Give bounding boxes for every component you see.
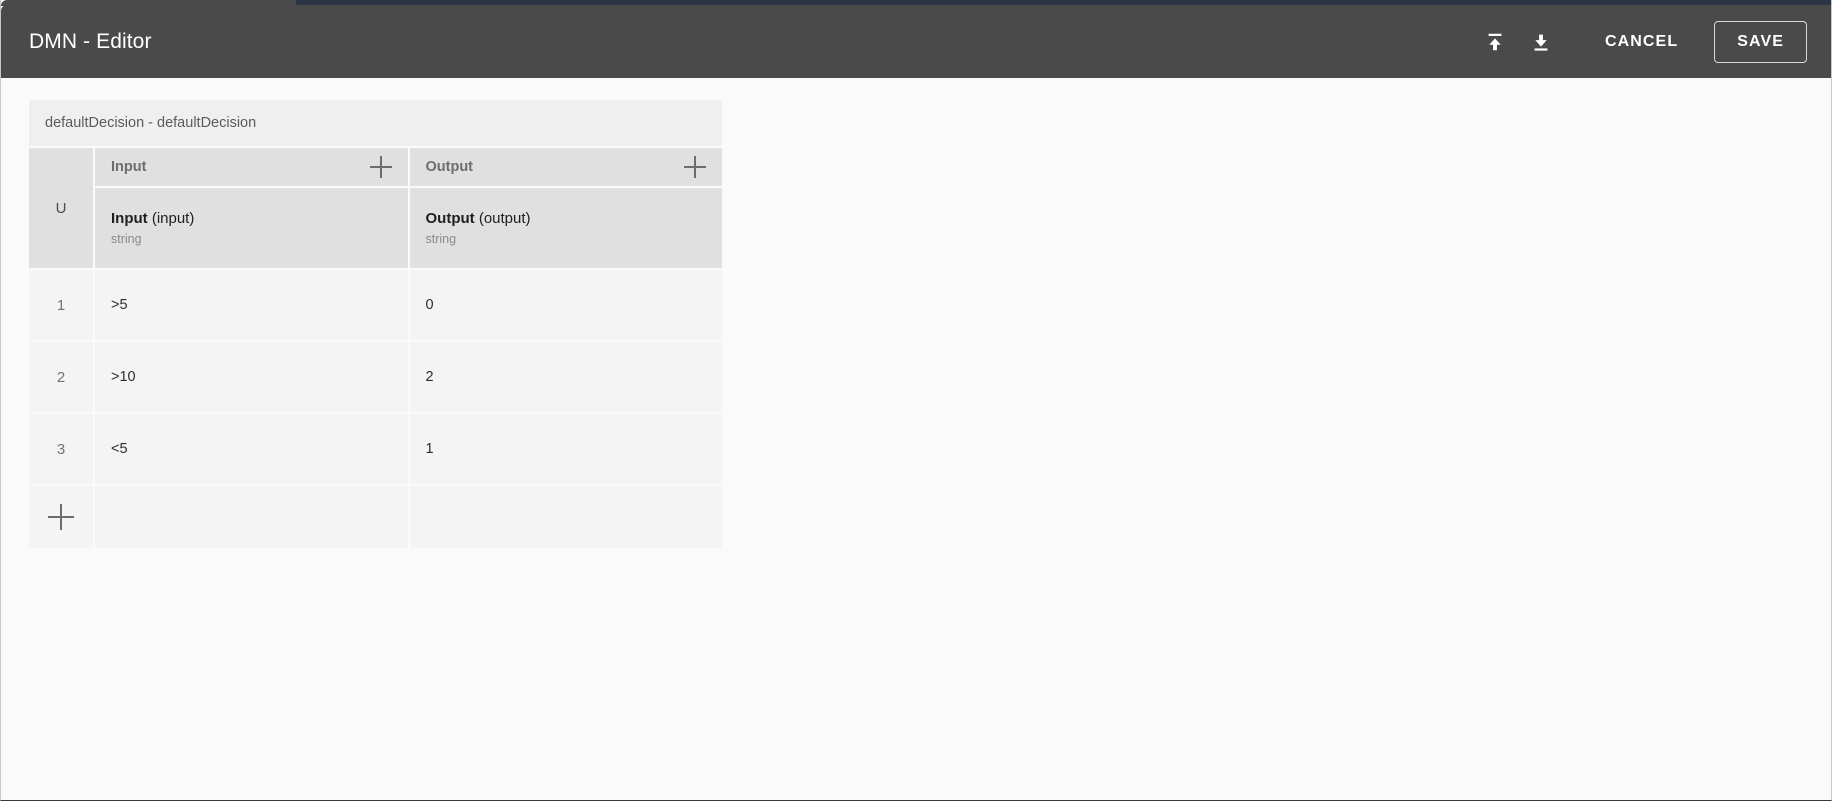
decision-table-grid: U Input Output Input (input) string Outp… — [29, 148, 722, 548]
cancel-button[interactable]: CANCEL — [1587, 23, 1696, 61]
output-group-label: Output — [425, 159, 474, 175]
add-input-column-icon[interactable] — [369, 156, 392, 178]
table-row-output-cell[interactable]: 0 — [409, 270, 722, 340]
browser-chrome-strip — [296, 0, 1831, 5]
browser-tab-edge — [1, 0, 296, 6]
add-row-input-filler — [95, 486, 408, 548]
output-column-type: string — [425, 231, 457, 246]
table-row-output-cell[interactable]: 1 — [409, 414, 722, 484]
table-row-number[interactable]: 1 — [29, 270, 93, 340]
plus-icon — [48, 504, 74, 530]
add-output-column-icon[interactable] — [684, 156, 706, 178]
table-row-output-cell[interactable]: 2 — [409, 342, 722, 412]
decision-table: defaultDecision - defaultDecision U Inpu… — [29, 100, 722, 548]
app-toolbar: DMN - Editor CANCEL SAVE — [1, 5, 1831, 78]
output-column-expression: (output) — [478, 210, 531, 228]
decision-table-title[interactable]: defaultDecision - defaultDecision — [29, 100, 722, 146]
input-group-label: Input — [111, 159, 147, 175]
editor-canvas: defaultDecision - defaultDecision U Inpu… — [1, 78, 1831, 800]
input-group-header[interactable]: Input — [95, 148, 408, 186]
hit-policy-cell[interactable]: U — [29, 148, 93, 268]
upload-icon — [1484, 31, 1506, 53]
input-column-header[interactable]: Input (input) string — [95, 188, 408, 268]
upload-button[interactable] — [1475, 22, 1515, 62]
download-icon — [1530, 31, 1552, 53]
table-row-input-cell[interactable]: <5 — [95, 414, 408, 484]
input-column-expression: (input) — [151, 210, 195, 228]
output-group-header[interactable]: Output — [409, 148, 722, 186]
save-button[interactable]: SAVE — [1714, 20, 1807, 63]
output-column-name-line: Output (output) — [426, 210, 707, 229]
add-row-output-filler — [409, 486, 722, 548]
output-column-header[interactable]: Output (output) string — [409, 188, 722, 268]
download-button[interactable] — [1521, 22, 1561, 62]
input-column-name: Input — [111, 210, 148, 228]
table-row-number[interactable]: 3 — [29, 414, 93, 484]
input-column-name-line: Input (input) — [111, 210, 392, 229]
page-title: DMN - Editor — [29, 30, 152, 53]
table-row-number[interactable]: 2 — [29, 342, 93, 412]
add-rule-row-button[interactable] — [29, 486, 93, 548]
table-row-input-cell[interactable]: >10 — [95, 342, 408, 412]
table-row-input-cell[interactable]: >5 — [95, 270, 408, 340]
output-column-name: Output — [425, 210, 475, 228]
input-column-type: string — [111, 231, 142, 246]
dmn-editor-window: DMN - Editor CANCEL SAVE defaultDecision… — [0, 0, 1832, 801]
